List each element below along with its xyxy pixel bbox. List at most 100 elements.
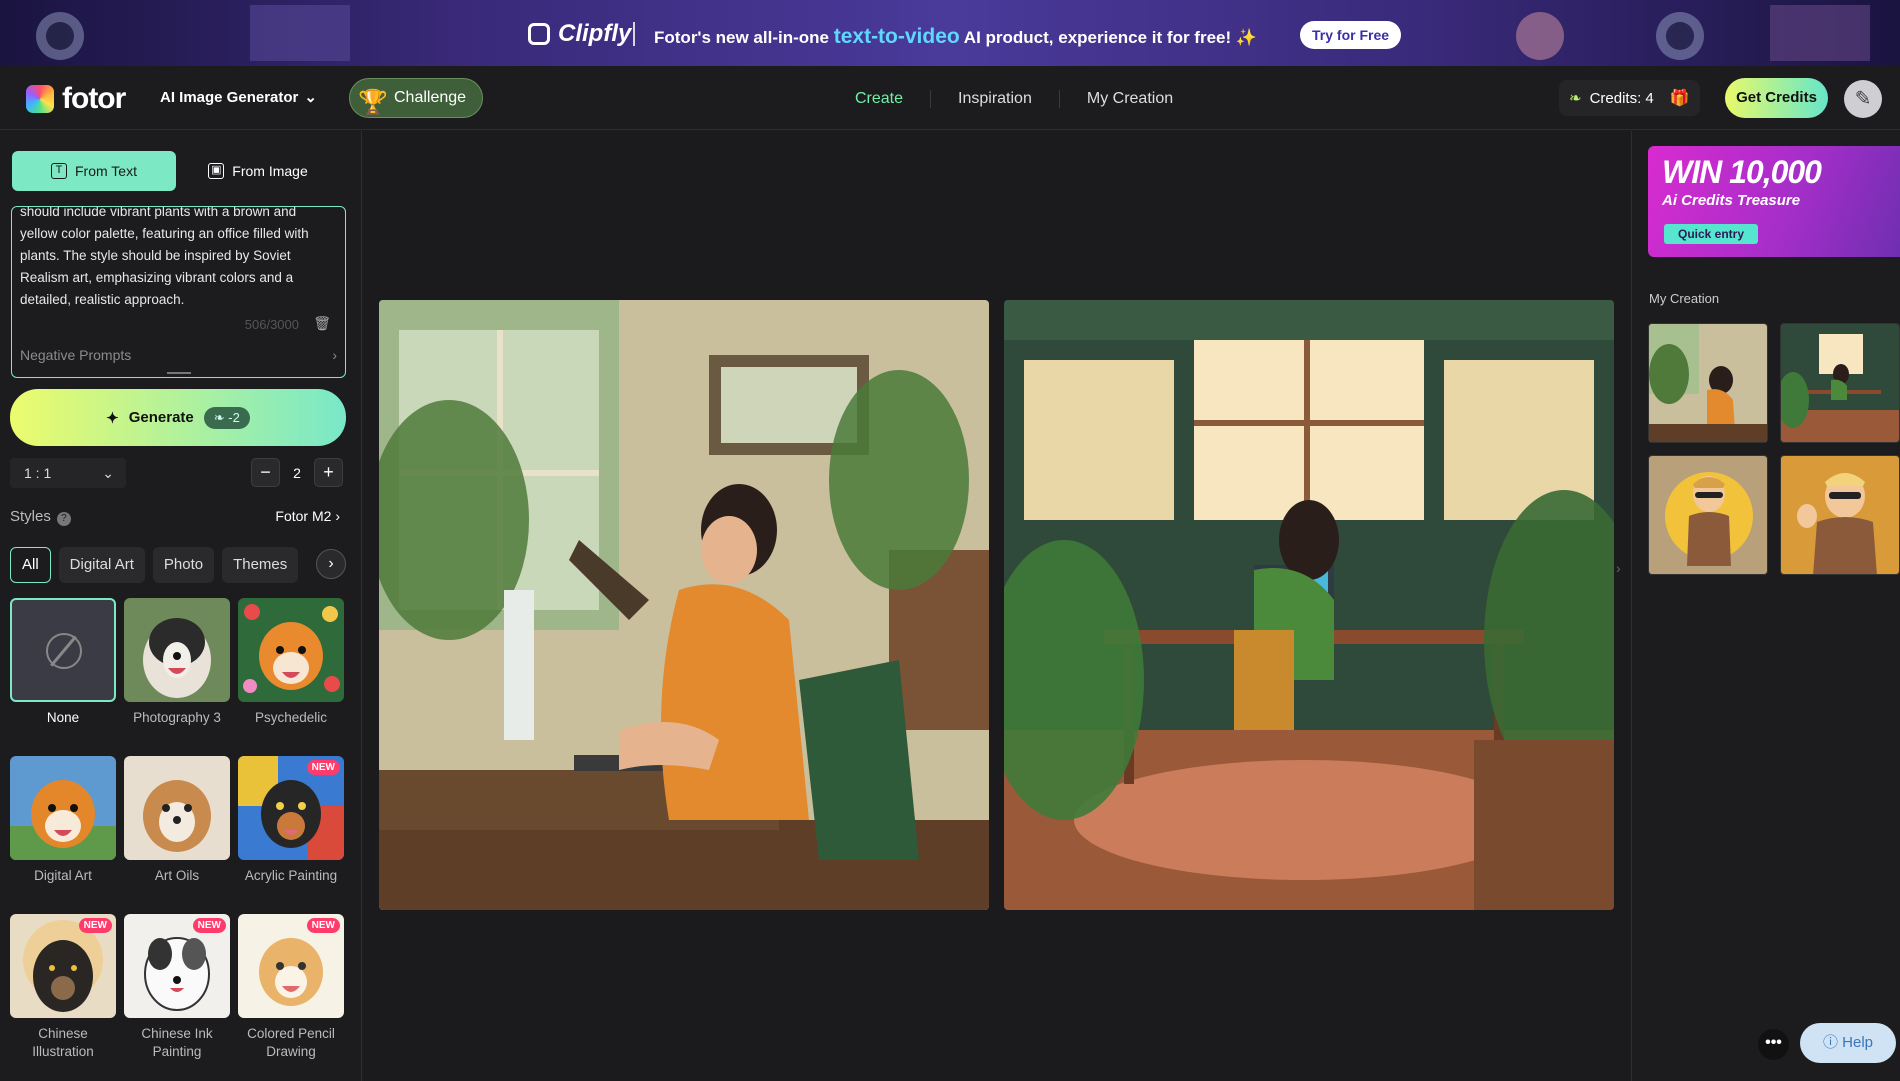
nav-my-creation[interactable]: My Creation (1058, 90, 1200, 108)
quick-entry-button[interactable]: Quick entry (1664, 224, 1759, 244)
nav-create[interactable]: Create (842, 90, 930, 108)
clipfly-logo: Clipfly (528, 20, 631, 48)
promo-subtitle: Ai Credits Treasure (1662, 192, 1801, 209)
help-button[interactable]: ⓘ Help (1800, 1023, 1896, 1063)
my-creation-title: My Creation (1649, 291, 1720, 306)
style-none[interactable]: None (10, 598, 116, 727)
new-badge: NEW (306, 760, 340, 775)
category-photo[interactable]: Photo (152, 547, 215, 583)
style-acrylic-painting[interactable]: NEW Acrylic Painting (238, 756, 344, 885)
new-badge: NEW (306, 918, 340, 933)
new-badge: NEW (192, 918, 226, 933)
left-panel: T From Text ▣ From Image should include … (0, 131, 362, 1081)
style-label: Photography 3 (133, 710, 221, 725)
banner-message-post: AI product, experience it for free! ✨ (959, 28, 1258, 47)
credits-promo-banner[interactable]: WIN 10,000 Ai Credits Treasure Quick ent… (1648, 146, 1900, 257)
get-credits-button[interactable]: Get Credits (1725, 78, 1828, 118)
office-woman-desk-thumb (1649, 324, 1767, 442)
puppy-oil-thumb (124, 756, 230, 860)
style-categories: All Digital Art Photo Themes (10, 547, 299, 583)
generate-cost-badge: ❧ -2 (203, 406, 250, 429)
style-colored-pencil-drawing[interactable]: NEW Colored Pencil Drawing (238, 914, 344, 1061)
style-label: Chinese Illustration (32, 1026, 94, 1059)
creation-thumbnail[interactable] (1648, 323, 1768, 443)
chevron-right-icon: › (332, 347, 337, 363)
cartoon-man-thumb (1649, 456, 1767, 574)
fotor-logo-icon (26, 85, 54, 113)
aspect-ratio-select[interactable]: 1 : 1 ⌄ (10, 458, 126, 488)
aspect-ratio-value: 1 : 1 (24, 465, 52, 481)
model-selector[interactable]: Fotor M2 › (275, 508, 340, 526)
style-label: None (46, 710, 80, 725)
category-digital-art[interactable]: Digital Art (58, 547, 145, 583)
styles-header: Styles? Fotor M2 › (10, 508, 340, 526)
challenge-label: Challenge (394, 89, 467, 106)
prompt-input[interactable]: should include vibrant plants with a bro… (20, 207, 335, 311)
chevron-right-icon: › (335, 508, 340, 524)
generate-button[interactable]: ✦ Generate ❧ -2 (10, 389, 346, 446)
creation-thumbnail[interactable] (1780, 455, 1900, 575)
style-digital-art[interactable]: Digital Art (10, 756, 116, 885)
banner-artwork (36, 12, 84, 60)
banner-message-highlight: text-to-video (833, 25, 960, 48)
magic-wand-icon: ✦ (106, 409, 119, 427)
prompt-box: should include vibrant plants with a bro… (11, 206, 346, 378)
product-menu[interactable]: AI Image Generator ⌄ (160, 88, 317, 107)
fotor-logo[interactable]: fotor (26, 82, 126, 116)
help-label: Help (1842, 1034, 1874, 1051)
generated-image-1[interactable] (379, 300, 989, 910)
trash-icon[interactable]: 🗑 (313, 315, 331, 332)
office-woman-room-thumb (1781, 324, 1899, 442)
more-options-button[interactable]: ••• (1758, 1029, 1789, 1060)
image-count-stepper: − 2 + (251, 458, 343, 487)
generate-cost: -2 (228, 409, 240, 425)
right-panel: WIN 10,000 Ai Credits Treasure Quick ent… (1631, 131, 1900, 1081)
gift-icon[interactable]: 🎁 (1670, 88, 1690, 108)
challenge-button[interactable]: 🏆 Challenge (349, 78, 484, 118)
new-badge: NEW (78, 918, 112, 933)
nav-inspiration[interactable]: Inspiration (930, 90, 1059, 108)
promo-banner[interactable]: Clipfly Fotor's new all-in-one text-to-v… (0, 0, 1900, 66)
trophy-icon: 🏆 (358, 89, 388, 116)
resize-handle[interactable] (167, 372, 191, 374)
style-label: Acrylic Painting (244, 868, 338, 883)
tab-from-text[interactable]: T From Text (12, 151, 176, 191)
tab-from-image[interactable]: ▣ From Image (176, 151, 340, 191)
dog-photo-thumb (124, 598, 230, 702)
banner-divider (633, 22, 635, 46)
credits-display[interactable]: ❧ Credits: 4 🎁 (1559, 80, 1700, 116)
style-art-oils[interactable]: Art Oils (124, 756, 230, 885)
leaf-icon: ❧ (1569, 90, 1582, 107)
categories-next-button[interactable]: › (316, 549, 346, 579)
banner-message: Fotor's new all-in-one text-to-video AI … (654, 25, 1257, 49)
banner-artwork (1656, 12, 1704, 60)
banner-artwork (1770, 5, 1870, 61)
style-chinese-ink-painting[interactable]: NEW Chinese Ink Painting (124, 914, 230, 1061)
category-all[interactable]: All (10, 547, 51, 583)
image-count-value: 2 (293, 464, 301, 481)
right-panel-toggle[interactable]: › (1616, 560, 1621, 576)
help-circle-icon: ⓘ (1822, 1034, 1838, 1051)
help-icon[interactable]: ? (56, 512, 71, 526)
category-themes[interactable]: Themes (222, 547, 299, 583)
banner-artwork (250, 5, 350, 61)
creation-thumbnail[interactable] (1648, 455, 1768, 575)
style-psychedelic[interactable]: Psychedelic (238, 598, 344, 727)
negative-prompts-toggle[interactable]: Negative Prompts › (20, 347, 337, 363)
decrement-button[interactable]: − (251, 458, 280, 487)
style-photography-3[interactable]: Photography 3 (124, 598, 230, 727)
increment-button[interactable]: + (314, 458, 343, 487)
product-menu-label: AI Image Generator (160, 88, 299, 106)
clipfly-icon (528, 23, 550, 45)
char-count: 506/3000 (244, 317, 299, 332)
creation-thumbnail[interactable] (1780, 323, 1900, 443)
style-chinese-illustration[interactable]: NEW Chinese Illustration (10, 914, 116, 1061)
shiba-digital-art-thumb (10, 756, 116, 860)
header: fotor AI Image Generator ⌄ 🏆 Challenge C… (0, 66, 1900, 130)
style-thumb (10, 598, 116, 702)
avatar[interactable]: ✎ (1844, 80, 1882, 118)
chevron-down-icon: ⌄ (102, 465, 114, 481)
generated-image-2[interactable] (1004, 300, 1614, 910)
try-for-free-button[interactable]: Try for Free (1300, 21, 1402, 49)
model-label: Fotor M2 (275, 508, 332, 524)
